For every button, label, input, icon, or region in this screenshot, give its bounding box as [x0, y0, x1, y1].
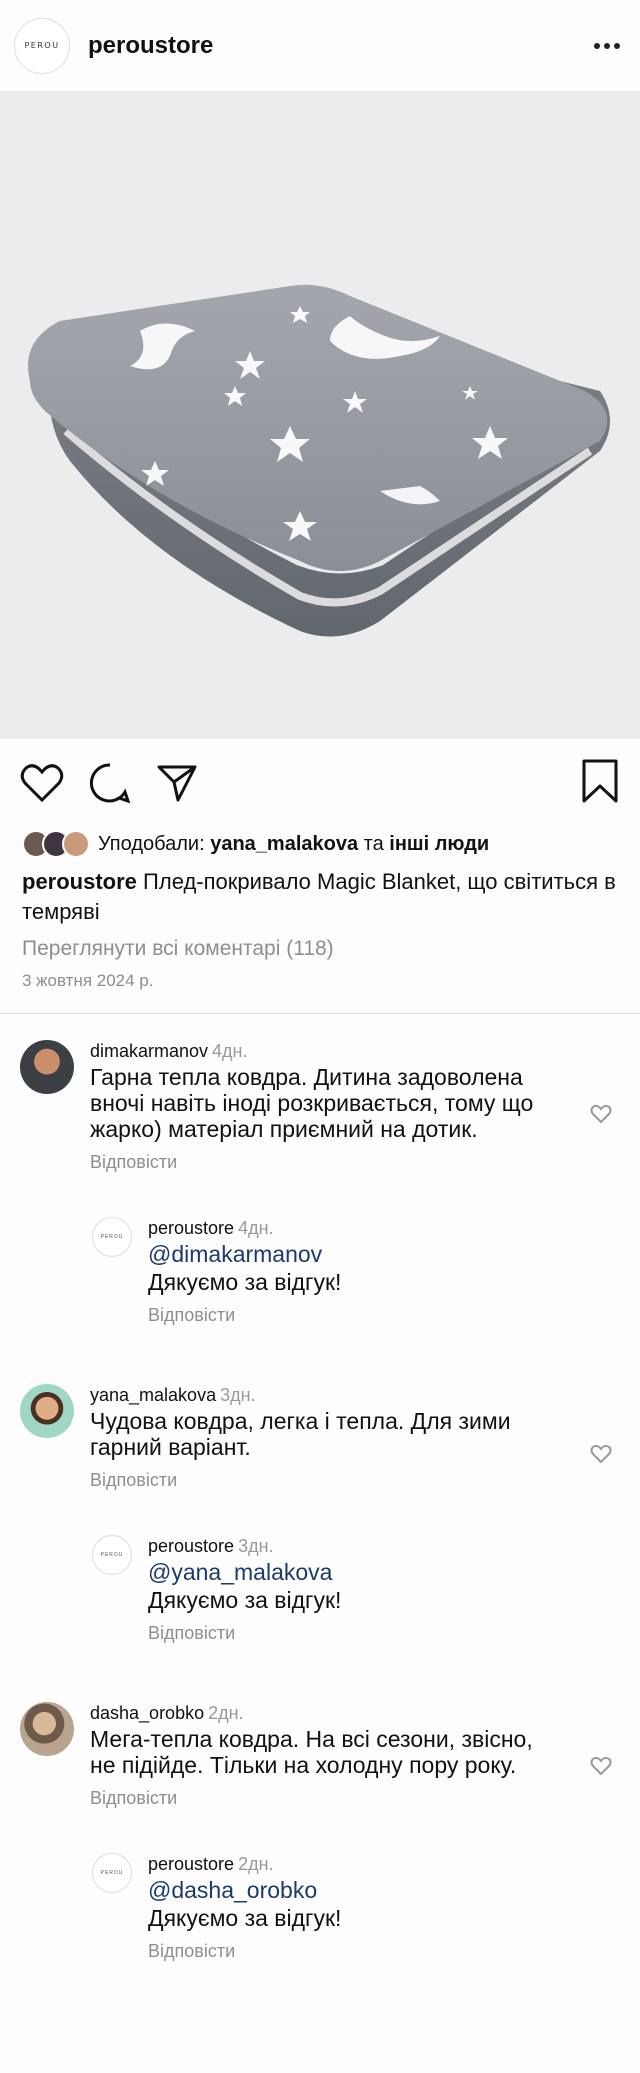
store-avatar-text: PEROU [100, 1234, 124, 1240]
blanket-illustration [28, 284, 611, 637]
post-image[interactable] [0, 91, 640, 739]
store-avatar-text: PEROU [24, 41, 60, 50]
comment-text: Чудова ковдра, легка і тепла. Для зими г… [90, 1408, 511, 1460]
comment-text: Мега-тепла ковдра. На всі сезони, звісно… [90, 1726, 533, 1778]
reply-comment: PEROU peroustore 2дн. @dasha_orobko Дякує… [92, 1853, 640, 1962]
reply-comment: PEROU peroustore 4дн. @dimakarmanov Дякує… [92, 1217, 640, 1326]
comment-text: Дякуємо за відгук! [148, 1269, 342, 1295]
action-bar [0, 739, 640, 827]
reply-button[interactable]: Відповісти [90, 1788, 560, 1809]
header-username[interactable]: peroustore [88, 32, 213, 60]
comment: dimakarmanov 4дн. Гарна тепла ковдра. Дит… [20, 1040, 640, 1173]
likes-user-link[interactable]: yana_malakova [210, 833, 358, 856]
comment: dasha_orobko 2дн. Мега-тепла ковдра. На в… [20, 1702, 640, 1809]
comment: yana_malakova 3дн. Чудова ковдра, легка і… [20, 1384, 640, 1491]
avatar [62, 830, 90, 858]
comment-time: 2дн. [238, 1854, 274, 1874]
reply-comment: PEROU peroustore 3дн. @yana_malakova Дяку… [92, 1535, 640, 1644]
heart-icon[interactable] [590, 1104, 612, 1129]
reply-button[interactable]: Відповісти [148, 1941, 568, 1962]
avatar[interactable] [20, 1702, 74, 1756]
reply-button[interactable]: Відповісти [90, 1470, 560, 1491]
divider [0, 1013, 640, 1014]
comment-username[interactable]: dimakarmanov [90, 1041, 208, 1061]
post-caption: peroustore Плед-покривало Magic Blanket,… [0, 861, 640, 927]
likes-conjunction: та [363, 832, 384, 855]
mention-link[interactable]: @dimakarmanov [148, 1241, 568, 1267]
heart-icon[interactable] [20, 763, 64, 803]
bookmark-icon[interactable] [582, 759, 618, 808]
mention-link[interactable]: @dasha_orobko [148, 1877, 568, 1903]
likes-row: Уподобали: yana_malakova та інші люди [0, 827, 640, 861]
store-avatar[interactable]: PEROU [92, 1853, 132, 1893]
view-all-comments-link[interactable]: Переглянути всі коментарі (118) [0, 927, 640, 961]
reply-button[interactable]: Відповісти [148, 1623, 568, 1644]
more-dots-icon[interactable] [594, 42, 620, 49]
post-header: PEROU peroustore [0, 0, 640, 91]
likes-others-link[interactable]: інші люди [389, 833, 489, 856]
comment-username[interactable]: peroustore [148, 1536, 234, 1556]
reply-button[interactable]: Відповісти [90, 1152, 560, 1173]
store-avatar-text: PEROU [100, 1870, 124, 1876]
comment-text: Гарна тепла ковдра. Дитина задоволена вн… [90, 1064, 534, 1142]
comment-text: Дякуємо за відгук! [148, 1905, 342, 1931]
mention-link[interactable]: @yana_malakova [148, 1559, 568, 1585]
store-avatar[interactable]: PEROU [92, 1535, 132, 1575]
avatar[interactable] [20, 1040, 74, 1094]
comment-username[interactable]: yana_malakova [90, 1385, 216, 1405]
comment-time: 3дн. [220, 1385, 256, 1405]
comment-username[interactable]: peroustore [148, 1854, 234, 1874]
heart-icon[interactable] [590, 1444, 612, 1469]
paper-plane-icon[interactable] [156, 762, 198, 804]
comment-time: 2дн. [208, 1703, 244, 1723]
post-date: 3 жовтня 2024 р. [22, 971, 154, 990]
liker-avatars[interactable] [22, 830, 90, 858]
comment-time: 3дн. [238, 1536, 274, 1556]
store-avatar[interactable]: PEROU [92, 1217, 132, 1257]
comment-time: 4дн. [238, 1218, 274, 1238]
comment-text: Дякуємо за відгук! [148, 1587, 342, 1613]
avatar[interactable] [20, 1384, 74, 1438]
store-avatar-text: PEROU [100, 1552, 124, 1558]
heart-icon[interactable] [590, 1756, 612, 1781]
reply-button[interactable]: Відповісти [148, 1305, 568, 1326]
comment-username[interactable]: peroustore [148, 1218, 234, 1238]
comment-time: 4дн. [212, 1041, 248, 1061]
caption-username[interactable]: peroustore [22, 869, 137, 894]
comment-bubble-icon[interactable] [89, 762, 131, 804]
comment-username[interactable]: dasha_orobko [90, 1703, 204, 1723]
store-avatar[interactable]: PEROU [14, 17, 70, 74]
likes-prefix: Уподобали: [98, 832, 205, 855]
